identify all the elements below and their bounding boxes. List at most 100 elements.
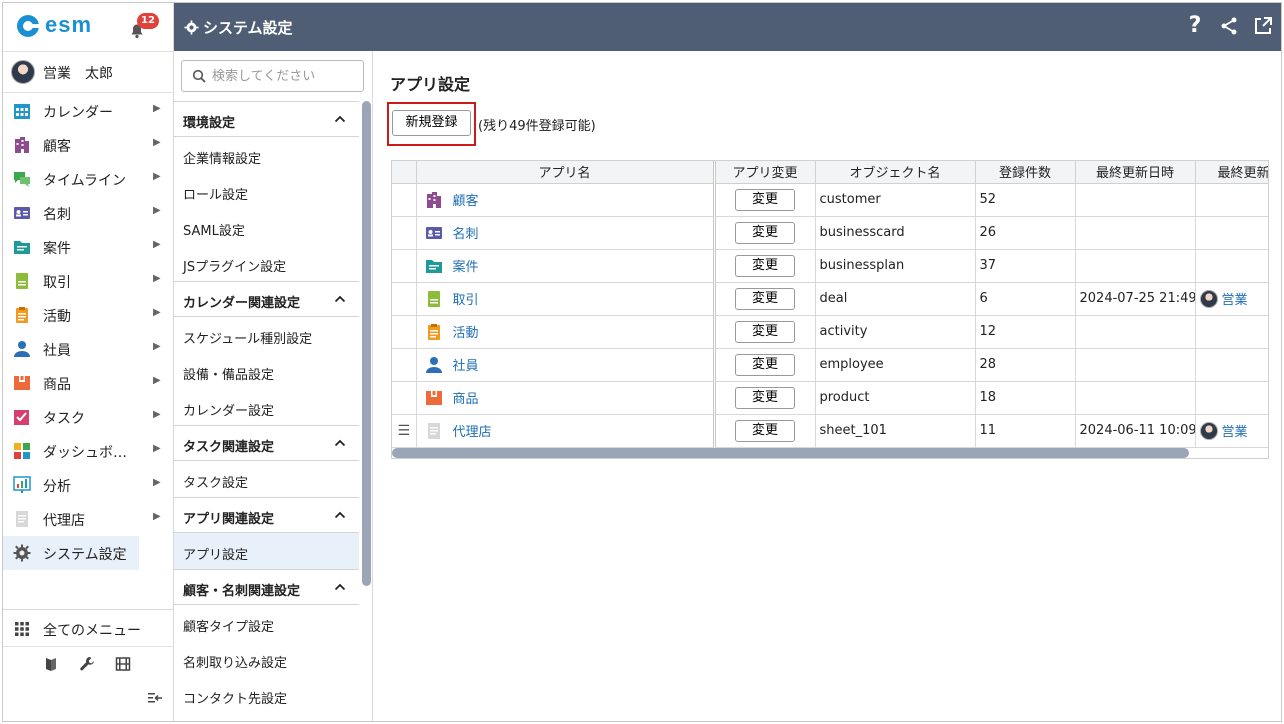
change-button[interactable]: 変更 xyxy=(735,419,795,442)
settings-item[interactable]: 顧客タイプ設定 xyxy=(174,605,359,641)
change-button[interactable]: 変更 xyxy=(735,353,795,376)
column-header[interactable]: アプリ名 xyxy=(416,161,716,184)
help-icon[interactable]: ? xyxy=(1185,15,1205,37)
settings-item-label: SAML設定 xyxy=(183,224,245,239)
updated-by xyxy=(1195,183,1268,217)
column-header[interactable]: オブジェクト名 xyxy=(815,161,976,184)
nav-item-activity[interactable]: 活動 ▶ xyxy=(3,298,174,332)
folder-icon xyxy=(425,259,442,273)
settings-group-customer-card[interactable]: 顧客・名刺関連設定 xyxy=(174,569,359,605)
chevron-right-icon: ▶ xyxy=(153,205,161,216)
change-button[interactable]: 変更 xyxy=(735,320,795,343)
app-link[interactable]: 活動 xyxy=(453,322,479,341)
settings-item[interactable]: ロール設定 xyxy=(174,173,359,209)
app-table: アプリ名 アプリ変更 オブジェクト名 登録件数 最終更新日時 最終更新 顧客 変… xyxy=(391,160,1269,459)
nav-item-timeline[interactable]: タイムライン ▶ xyxy=(3,162,174,196)
notification-badge[interactable]: 12 xyxy=(137,13,159,29)
nav-item-business-card[interactable]: 名刺 ▶ xyxy=(3,196,174,230)
row-handle xyxy=(392,183,417,217)
nav-item-deal[interactable]: 取引 ▶ xyxy=(3,264,174,298)
new-register-button[interactable]: 新規登録 xyxy=(392,110,471,136)
building-icon xyxy=(13,136,31,154)
app-link[interactable]: 取引 xyxy=(453,289,479,308)
drag-handle-icon[interactable]: ☰ xyxy=(392,414,417,448)
app-link[interactable]: 顧客 xyxy=(453,190,479,209)
settings-item[interactable]: タスク設定 xyxy=(174,461,359,497)
nav-item-employee[interactable]: 社員 ▶ xyxy=(3,332,174,366)
object-name: businessplan xyxy=(815,249,976,283)
open-external-icon[interactable] xyxy=(1253,15,1273,37)
app-link[interactable]: 名刺 xyxy=(453,223,479,242)
brand-logo-text[interactable]: esm xyxy=(45,12,92,38)
column-header[interactable]: アプリ変更 xyxy=(714,161,816,184)
nav-item-system-settings[interactable]: システム設定 xyxy=(3,536,139,570)
column-header[interactable]: 登録件数 xyxy=(975,161,1076,184)
business-card-icon xyxy=(425,226,442,239)
change-button[interactable]: 変更 xyxy=(735,386,795,409)
settings-item[interactable]: JSプラグイン設定 xyxy=(174,245,359,281)
settings-item[interactable]: 名刺取り込み設定 xyxy=(174,641,359,677)
main-content: アプリ設定 新規登録 (残り49件登録可能) アプリ名 アプリ変更 オブジェクト… xyxy=(374,51,1281,721)
nav-item-analysis[interactable]: 分析 ▶ xyxy=(3,468,174,502)
change-button[interactable]: 変更 xyxy=(735,287,795,310)
nav-item-project[interactable]: 案件 ▶ xyxy=(3,230,174,264)
settings-item[interactable]: SAML設定 xyxy=(174,209,359,245)
settings-item[interactable]: スケジュール種別設定 xyxy=(174,317,359,353)
search-input[interactable] xyxy=(212,65,360,87)
nav-item-label: 商品 xyxy=(43,377,71,393)
esm-logo-icon[interactable] xyxy=(17,15,41,37)
chevron-right-icon: ▶ xyxy=(153,341,161,352)
settings-group-app[interactable]: アプリ関連設定 xyxy=(174,497,359,533)
deal-icon xyxy=(427,290,440,307)
nav-item-dashboard[interactable]: ダッシュボ… ▶ xyxy=(3,434,174,468)
table-horizontal-scrollbar[interactable] xyxy=(392,448,1268,458)
nav-item-task[interactable]: タスク ▶ xyxy=(3,400,174,434)
book-icon[interactable] xyxy=(43,656,59,672)
wrench-icon[interactable] xyxy=(79,656,95,672)
settings-group-calendar[interactable]: カレンダー関連設定 xyxy=(174,281,359,317)
app-link[interactable]: 代理店 xyxy=(453,421,492,440)
settings-item[interactable]: 企業情報設定 xyxy=(174,137,359,173)
app-link[interactable]: 商品 xyxy=(453,388,479,407)
column-header[interactable]: 最終更新日時 xyxy=(1075,161,1196,184)
updated-at: 2024-07-25 21:49 xyxy=(1075,282,1196,316)
change-button[interactable]: 変更 xyxy=(735,254,795,277)
nav-item-agency[interactable]: 代理店 ▶ xyxy=(3,502,174,536)
nav-item-product[interactable]: 商品 ▶ xyxy=(3,366,174,400)
settings-group-task[interactable]: タスク関連設定 xyxy=(174,425,359,461)
app-link[interactable]: 案件 xyxy=(453,256,479,275)
settings-item-label: カレンダー設定 xyxy=(183,404,275,419)
change-button[interactable]: 変更 xyxy=(735,221,795,244)
settings-group-environment[interactable]: 環境設定 xyxy=(174,101,359,137)
updated-by-name[interactable]: 営業 xyxy=(1222,289,1248,308)
record-count: 11 xyxy=(975,414,1076,448)
settings-scrollbar[interactable] xyxy=(362,101,371,586)
current-user[interactable]: 営業 太郎 xyxy=(3,51,174,93)
updated-by-name[interactable]: 営業 xyxy=(1222,421,1248,440)
settings-item-app-settings[interactable]: アプリ設定 xyxy=(174,533,359,569)
table-row: 活動 変更 activity 12 xyxy=(392,315,1268,349)
settings-search[interactable] xyxy=(181,60,364,92)
highlight-box: 新規登録 xyxy=(387,102,476,146)
film-icon[interactable] xyxy=(115,656,131,672)
group-title: アプリ関連設定 xyxy=(183,512,275,527)
gear-icon xyxy=(184,20,199,35)
table-row: ☰ 代理店 変更 sheet_101 11 2024-06-11 10:09 営… xyxy=(392,414,1268,448)
nav-item-label: タイムライン xyxy=(43,173,127,189)
settings-item[interactable]: 設備・備品設定 xyxy=(174,353,359,389)
settings-item[interactable]: コンタクト先設定 xyxy=(174,677,359,713)
share-icon[interactable] xyxy=(1219,15,1239,37)
collapse-sidebar-icon[interactable] xyxy=(147,690,163,706)
all-menu-link[interactable]: 全てのメニュー xyxy=(3,610,174,646)
table-row: 案件 変更 businessplan 37 xyxy=(392,249,1268,283)
app-link[interactable]: 社員 xyxy=(453,355,479,374)
change-button[interactable]: 変更 xyxy=(735,188,795,211)
settings-item[interactable]: カレンダー設定 xyxy=(174,389,359,425)
row-handle xyxy=(392,348,417,382)
nav-item-customer[interactable]: 顧客 ▶ xyxy=(3,128,174,162)
nav-item-calendar[interactable]: カレンダー ▶ xyxy=(3,94,174,128)
chevron-up-icon xyxy=(334,511,346,519)
column-header[interactable]: 最終更新 xyxy=(1195,161,1268,184)
scrollbar-thumb[interactable] xyxy=(392,448,1189,458)
row-handle xyxy=(392,216,417,250)
